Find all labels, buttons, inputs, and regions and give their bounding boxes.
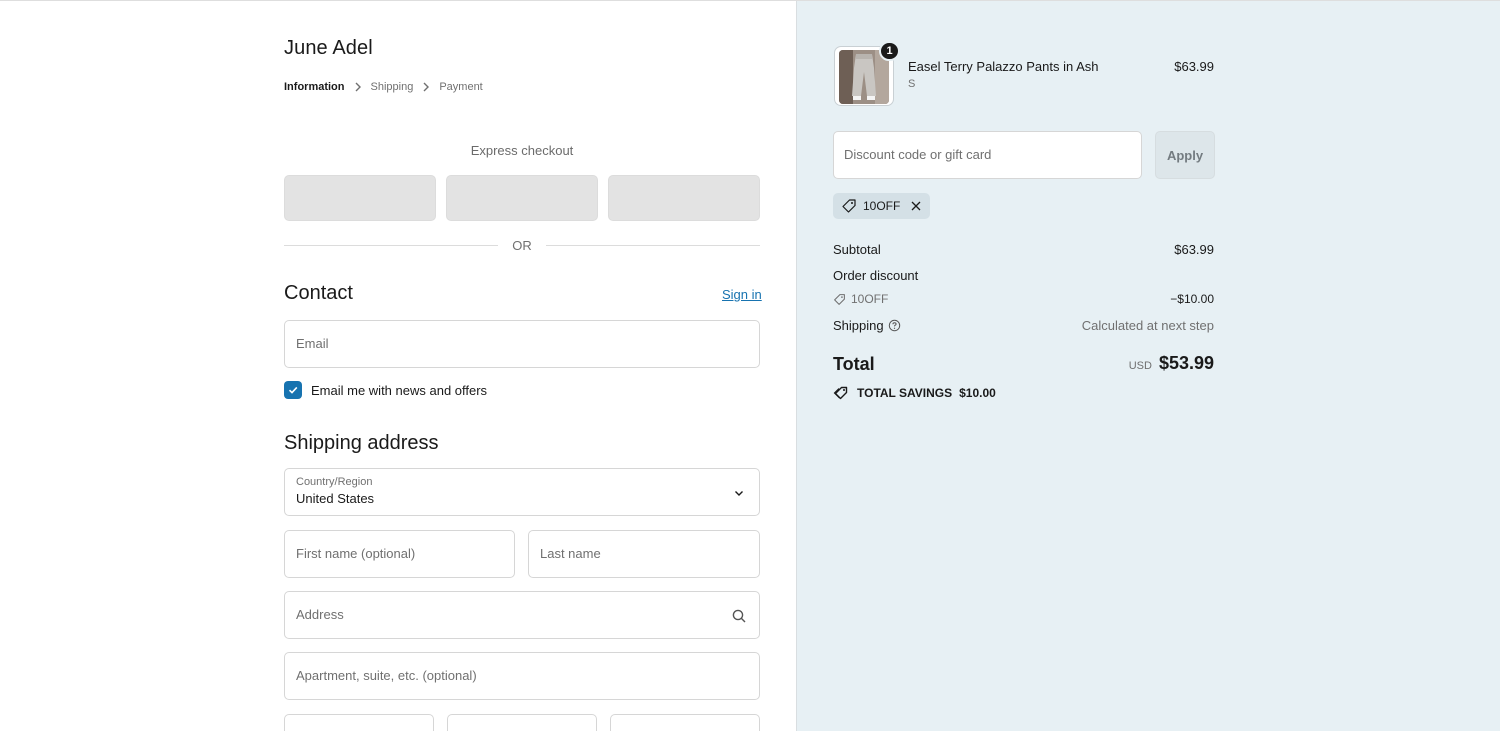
breadcrumb-information[interactable]: Information	[284, 81, 345, 93]
total-label: Total	[833, 354, 875, 374]
order-discount-value: −$10.00	[1170, 292, 1214, 306]
newsletter-checkbox[interactable]	[284, 381, 302, 399]
express-pay-button-1[interactable]	[284, 175, 436, 221]
breadcrumb: Information Shipping Payment	[284, 81, 483, 93]
divider-line	[545, 244, 760, 246]
shipping-label: Shipping	[833, 318, 884, 333]
checkout-main: June Adel Information Shipping Payment E…	[0, 1, 796, 731]
help-icon[interactable]	[888, 319, 901, 332]
or-divider: OR	[284, 237, 760, 253]
applied-discount-chip: 10OFF	[833, 193, 931, 219]
address-field[interactable]: Address	[284, 591, 760, 639]
total-savings: TOTAL SAVINGS $10.00	[833, 385, 996, 401]
store-name[interactable]: June Adel	[284, 37, 373, 60]
sign-in-link[interactable]: Sign in	[722, 287, 762, 302]
product-name: Easel Terry Palazzo Pants in Ash	[908, 59, 1099, 74]
subtotal-value: $63.99	[1174, 242, 1214, 257]
first-name-placeholder: First name (optional)	[296, 546, 416, 561]
last-name-placeholder: Last name	[540, 546, 601, 561]
savings-tag-icon	[833, 386, 848, 400]
country-label: Country/Region	[296, 476, 373, 488]
shipping-value: Calculated at next step	[1081, 318, 1214, 333]
country-value: United States	[296, 491, 375, 506]
email-placeholder: Email	[296, 336, 329, 351]
address-placeholder: Address	[296, 607, 344, 622]
product-variant: S	[908, 78, 916, 90]
discount-code-field[interactable]: Discount code or gift card	[833, 131, 1142, 179]
apply-button[interactable]: Apply	[1155, 131, 1215, 179]
express-checkout-label: Express checkout	[470, 143, 574, 158]
express-pay-button-3[interactable]	[608, 175, 760, 221]
order-discount-code-row: 10OFF	[833, 292, 888, 306]
discount-placeholder: Discount code or gift card	[844, 147, 992, 162]
tag-icon	[834, 293, 845, 305]
applied-discount-code: 10OFF	[863, 199, 901, 213]
apartment-placeholder: Apartment, suite, etc. (optional)	[296, 668, 477, 683]
quantity-badge: 1	[879, 41, 900, 61]
subtotal-label: Subtotal	[833, 242, 881, 257]
divider-line	[284, 244, 499, 246]
contact-heading: Contact	[284, 282, 353, 304]
chevron-down-icon	[735, 491, 743, 496]
or-label: OR	[512, 237, 532, 253]
shipping-address-heading: Shipping address	[284, 432, 439, 454]
breadcrumb-shipping[interactable]: Shipping	[371, 81, 414, 93]
breadcrumb-payment[interactable]: Payment	[439, 81, 482, 93]
first-name-field[interactable]: First name (optional)	[284, 530, 515, 578]
order-discount-label: Order discount	[833, 268, 919, 283]
checkmark-icon	[288, 386, 298, 394]
city-field[interactable]	[284, 714, 434, 731]
last-name-field[interactable]: Last name	[528, 530, 760, 578]
zip-field[interactable]	[610, 714, 760, 731]
country-select[interactable]: Country/Region United States	[284, 468, 760, 516]
product-price: $63.99	[1174, 59, 1214, 74]
close-icon[interactable]	[910, 200, 922, 212]
search-icon	[732, 609, 746, 623]
newsletter-row[interactable]: Email me with news and offers	[284, 381, 487, 399]
order-discount-code: 10OFF	[851, 292, 889, 306]
shipping-row-label: Shipping	[833, 318, 901, 333]
email-field[interactable]: Email	[284, 320, 760, 368]
total-value: $53.99	[1158, 353, 1214, 373]
apartment-field[interactable]: Apartment, suite, etc. (optional)	[284, 652, 760, 700]
chevron-right-icon	[413, 82, 439, 92]
newsletter-label: Email me with news and offers	[311, 382, 488, 398]
savings-value: $10.00	[959, 386, 996, 400]
state-field[interactable]	[447, 714, 597, 731]
tag-icon	[842, 199, 856, 213]
chevron-right-icon	[345, 82, 371, 92]
express-pay-button-2[interactable]	[446, 175, 598, 221]
total-currency: USD	[1128, 360, 1152, 372]
total-value-row: USD $53.99	[1129, 353, 1214, 374]
savings-label: TOTAL SAVINGS	[857, 386, 953, 400]
